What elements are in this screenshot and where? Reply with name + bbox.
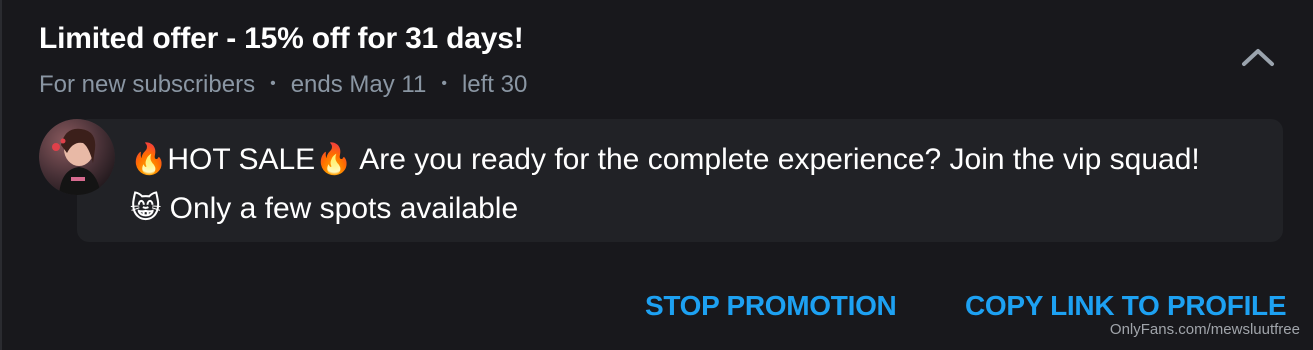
meta-separator: • xyxy=(270,74,276,92)
promo-message-bubble: 🔥HOT SALE🔥 Are you ready for the complet… xyxy=(77,119,1283,242)
offer-meta: For new subscribers • ends May 11 • left 30 xyxy=(39,71,527,99)
offer-title: Limited offer - 15% off for 31 days! xyxy=(39,22,524,55)
offer-audience: For new subscribers xyxy=(39,71,256,98)
chevron-up-icon xyxy=(1242,49,1274,66)
offer-remaining: left 30 xyxy=(461,71,528,98)
collapse-button[interactable] xyxy=(1238,40,1278,72)
promotion-card: Limited offer - 15% off for 31 days! For… xyxy=(0,0,1313,350)
meta-separator: • xyxy=(441,74,447,92)
avatar-image xyxy=(39,119,115,195)
avatar[interactable] xyxy=(39,119,115,195)
stop-promotion-button[interactable]: STOP PROMOTION xyxy=(645,290,897,322)
promo-message-text: 🔥HOT SALE🔥 Are you ready for the complet… xyxy=(130,143,1200,225)
watermark: OnlyFans.com/mewsluutfree xyxy=(1109,321,1300,338)
offer-end-date: ends May 11 xyxy=(290,71,427,98)
copy-link-button[interactable]: COPY LINK TO PROFILE xyxy=(965,290,1287,322)
